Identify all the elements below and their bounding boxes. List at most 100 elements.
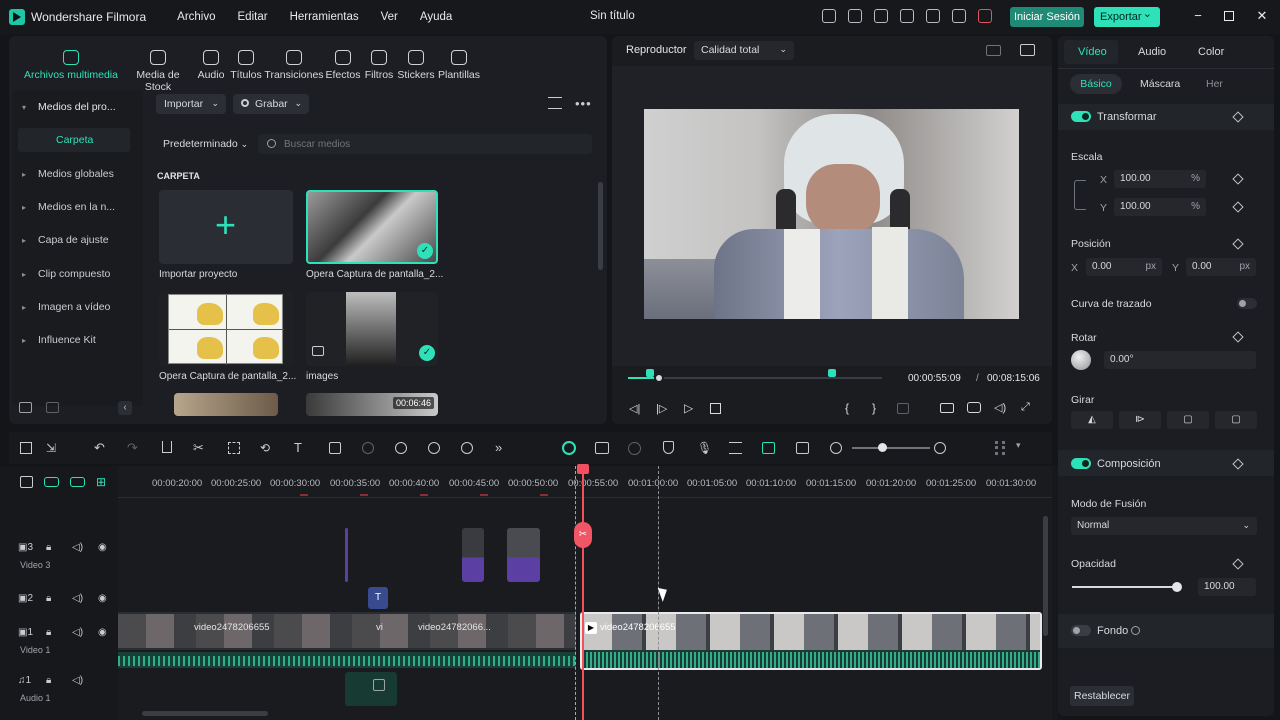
timer-icon[interactable] xyxy=(395,442,407,454)
sidebar-item-adjustment-layer[interactable]: Capa de ajuste xyxy=(22,234,109,246)
flip-horizontal-icon[interactable]: ◭ xyxy=(1071,411,1113,429)
media-thumb-video-2[interactable]: 00:06:46 xyxy=(306,393,438,416)
mark-in-icon[interactable]: { xyxy=(845,401,849,415)
tab-color[interactable]: Color xyxy=(1198,46,1224,58)
rotate-input[interactable]: 0.00° xyxy=(1104,351,1256,369)
ai-tool-icon[interactable] xyxy=(461,442,473,454)
composition-toggle[interactable] xyxy=(1071,458,1091,469)
position-x-input[interactable]: 0.00 px xyxy=(1086,258,1162,276)
video1-clips-left[interactable]: video2478206655 vi video24782066... xyxy=(118,612,576,650)
shape-icon[interactable] xyxy=(329,442,341,454)
tab-transiciones[interactable]: Transiciones xyxy=(264,50,324,81)
fullscreen-icon[interactable]: ⤢ xyxy=(1021,401,1030,414)
audio-clip[interactable] xyxy=(345,672,397,706)
speaker-icon[interactable]: ◁) xyxy=(72,542,83,553)
clip-video3-a[interactable] xyxy=(345,528,348,582)
sidebar-folder[interactable]: Carpeta xyxy=(18,128,130,152)
transform-toggle[interactable] xyxy=(1071,111,1091,122)
mark-out-icon[interactable]: } xyxy=(872,401,876,415)
playhead-knob[interactable] xyxy=(654,373,664,383)
background-toggle[interactable] xyxy=(1071,625,1091,636)
timeline-v-scrollbar[interactable] xyxy=(1043,516,1048,636)
video-preview[interactable] xyxy=(644,109,1019,319)
magnet-icon[interactable] xyxy=(70,477,85,487)
snapshot-image-icon[interactable] xyxy=(1020,44,1035,56)
render-preview-icon[interactable] xyxy=(762,442,775,454)
close-icon[interactable]: ✕ xyxy=(1256,9,1268,22)
zoom-out-icon[interactable] xyxy=(830,442,842,454)
export-button[interactable]: Exportar xyxy=(1094,4,1160,27)
more-tools-icon[interactable]: » xyxy=(495,440,502,455)
headset-icon[interactable] xyxy=(952,9,966,23)
minimize-icon[interactable]: − xyxy=(1192,9,1204,22)
rotate-dial[interactable] xyxy=(1071,350,1091,370)
marker-icon[interactable]: ⊞ xyxy=(96,475,106,489)
eye-icon[interactable]: ◉ xyxy=(98,593,107,604)
add-track-icon[interactable] xyxy=(20,476,33,488)
sidebar-item-global-media[interactable]: Medios globales xyxy=(22,168,114,180)
speaker-icon[interactable]: ◁) xyxy=(72,593,83,604)
step-back-icon[interactable]: ◁| xyxy=(629,402,640,415)
text-tool-icon[interactable]: T xyxy=(294,440,302,455)
rotate-right-icon[interactable]: ▢ xyxy=(1215,411,1257,429)
more-options-icon[interactable]: ••• xyxy=(575,96,592,111)
redo-icon[interactable]: ↷ xyxy=(127,440,138,456)
mask-icon[interactable] xyxy=(362,442,374,454)
crop-icon[interactable] xyxy=(228,442,240,454)
media-scrollbar[interactable] xyxy=(598,182,603,270)
play-icon[interactable]: ▷ xyxy=(684,401,693,415)
media-thumb-screenshot-1[interactable]: ✓ xyxy=(306,190,438,264)
split-scissors-icon[interactable]: ✂ xyxy=(574,522,592,548)
speed-icon[interactable]: ⟲ xyxy=(260,441,270,455)
snap-icon[interactable] xyxy=(628,442,641,455)
lock-icon[interactable]: 🔒︎ xyxy=(46,675,51,686)
lock-icon[interactable]: 🔒︎ xyxy=(46,627,51,638)
rotate-left-icon[interactable]: ▢ xyxy=(1167,411,1209,429)
timeline-h-scrollbar[interactable] xyxy=(142,711,268,716)
delete-icon[interactable] xyxy=(162,441,172,453)
auto-ripple-icon[interactable] xyxy=(562,441,576,455)
search-box[interactable] xyxy=(258,134,592,154)
shield-icon[interactable] xyxy=(663,441,674,454)
new-folder-icon[interactable] xyxy=(19,402,32,413)
help-icon[interactable] xyxy=(1131,626,1140,635)
playback-track[interactable] xyxy=(628,377,882,379)
restore-icon[interactable] xyxy=(1224,11,1234,21)
opacity-slider-track[interactable] xyxy=(1072,586,1176,588)
pointer-tool-icon[interactable]: ⇲ xyxy=(46,441,56,455)
subtab-mask[interactable]: Máscara xyxy=(1140,78,1180,90)
zoom-in-icon[interactable] xyxy=(934,442,946,454)
subtitle-icon[interactable] xyxy=(729,442,742,454)
menu-ver[interactable]: Ver xyxy=(381,11,398,23)
tab-titulos[interactable]: Títulos xyxy=(228,50,264,81)
camera-icon[interactable] xyxy=(967,402,981,413)
sidebar-item-compound-clip[interactable]: Clip compuesto xyxy=(22,268,110,280)
marker-flag-icon[interactable] xyxy=(897,403,909,414)
microphone-icon[interactable]: 🎙︎ xyxy=(697,441,712,455)
speaker-icon[interactable]: ◁) xyxy=(72,627,83,638)
play-reverse-icon[interactable]: |▷ xyxy=(656,402,667,415)
tab-audio[interactable]: Audio xyxy=(1138,46,1166,58)
path-curve-toggle[interactable] xyxy=(1237,298,1257,309)
search-input[interactable] xyxy=(284,136,574,152)
reset-button[interactable]: Restablecer xyxy=(1070,686,1134,706)
layout-icon[interactable] xyxy=(874,9,888,23)
sidebar-item-influence-kit[interactable]: Influence Kit xyxy=(22,334,96,346)
opacity-input[interactable]: 100.00 xyxy=(1198,578,1256,596)
scale-x-input[interactable]: 100.00% xyxy=(1114,170,1206,188)
scissors-icon[interactable]: ✂ xyxy=(193,440,204,456)
tab-archivos-multimedia[interactable]: Archivos multimedia xyxy=(18,50,124,81)
menu-ayuda[interactable]: Ayuda xyxy=(420,11,452,23)
tab-stickers[interactable]: Stickers xyxy=(396,50,436,81)
media-thumb-video-1[interactable] xyxy=(174,393,278,416)
opacity-slider-knob[interactable] xyxy=(1172,582,1182,592)
eye-icon[interactable]: ◉ xyxy=(98,542,107,553)
menu-editar[interactable]: Editar xyxy=(238,11,268,23)
collapse-sidebar-icon[interactable]: ‹ xyxy=(118,401,132,415)
link-lock-icon[interactable] xyxy=(1074,180,1086,210)
stop-icon[interactable] xyxy=(710,403,721,414)
eye-icon[interactable]: ◉ xyxy=(98,627,107,638)
zoom-slider-knob[interactable] xyxy=(878,443,887,452)
tab-video[interactable]: Vídeo xyxy=(1078,46,1107,58)
speaker-icon[interactable]: ◁) xyxy=(72,675,83,686)
